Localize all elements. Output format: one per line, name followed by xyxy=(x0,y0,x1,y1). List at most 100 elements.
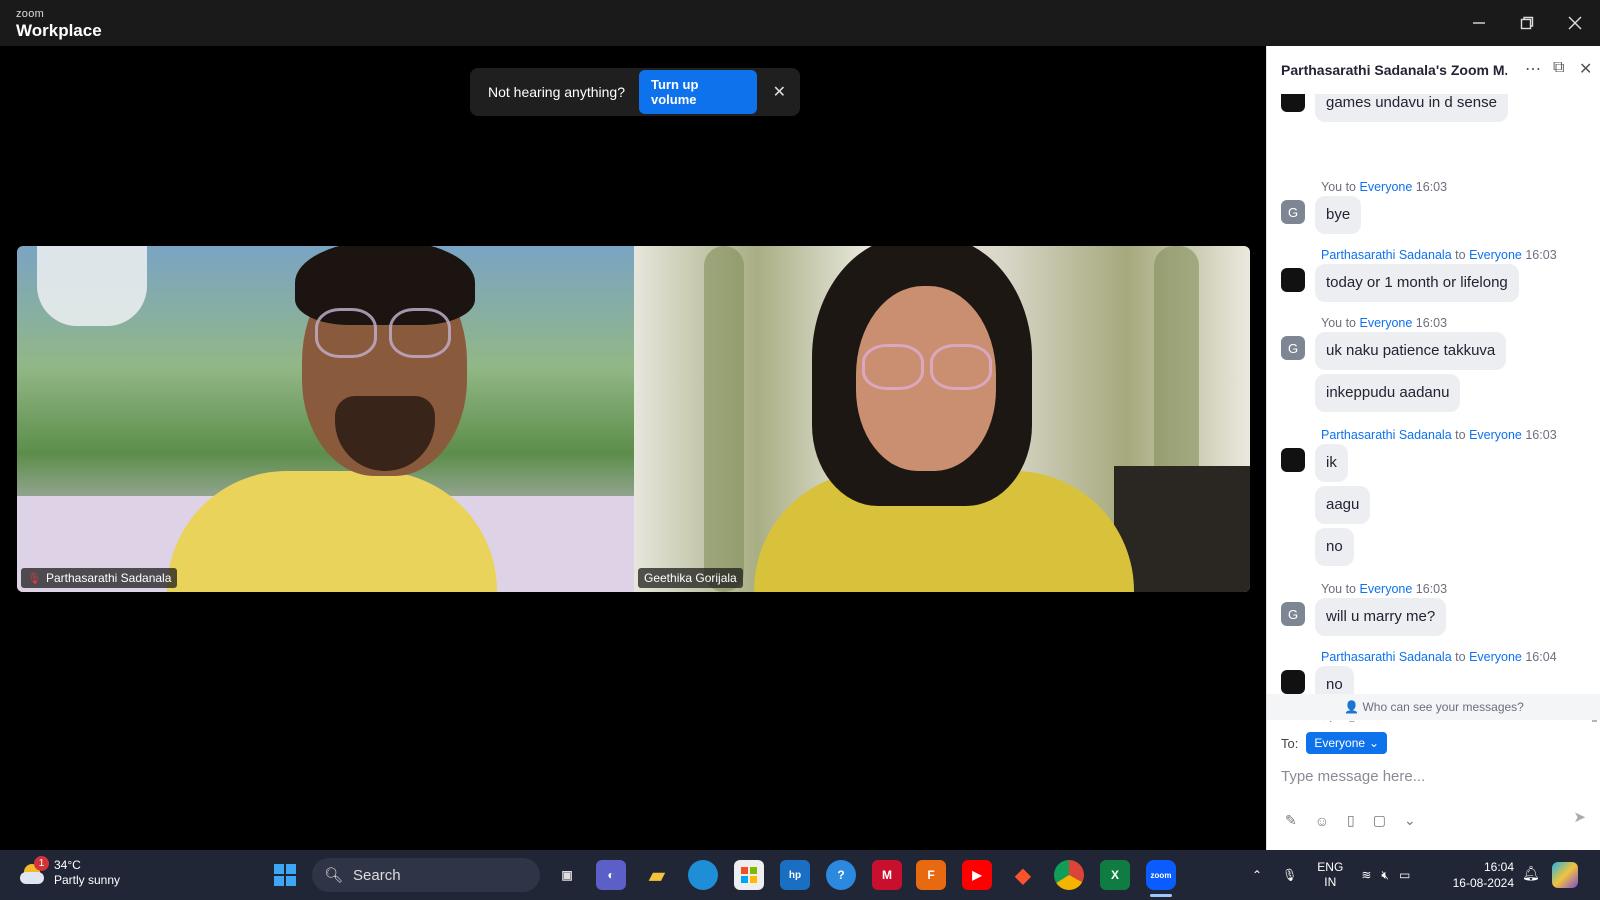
mcafee-icon[interactable]: M xyxy=(872,860,902,890)
partly-sunny-icon: 1 xyxy=(20,856,49,886)
message-header: You to Everyone 16:03 xyxy=(1321,180,1447,194)
message-bubble[interactable]: ik xyxy=(1315,444,1348,482)
audio-toast: Not hearing anything? Turn up volume ✕ xyxy=(470,68,800,116)
copilot-icon[interactable] xyxy=(1552,862,1578,888)
send-icon[interactable]: ➤ xyxy=(1573,808,1586,826)
restore-button[interactable] xyxy=(1510,8,1544,38)
chrome-icon[interactable] xyxy=(1054,860,1084,890)
glasses-right-lens xyxy=(389,308,451,358)
myhp-icon[interactable]: hp xyxy=(780,860,810,890)
excel-icon[interactable]: X xyxy=(1100,860,1130,890)
who-can-see-text: Who can see your messages? xyxy=(1362,700,1524,714)
message-bubble[interactable]: bye xyxy=(1315,196,1362,234)
fitbit-f-icon[interactable]: F xyxy=(916,860,946,890)
zoom-icon[interactable]: zoom xyxy=(1146,860,1176,890)
brand-top: zoom xyxy=(16,8,45,20)
message-time: 16:04 xyxy=(1525,650,1557,664)
system-tray: ⌃ 🎙︎ ENG IN ≋ 🔇︎ ▭ xyxy=(1252,850,1410,900)
video-tile-geethika[interactable]: Geethika Gorijala xyxy=(634,246,1250,592)
recipient-name: Everyone xyxy=(1359,316,1413,330)
recipient-name: Everyone xyxy=(1359,180,1413,194)
message-header: Parthasarathi Sadanala to Everyone 16:03 xyxy=(1321,248,1557,262)
wifi-icon[interactable]: ≋ xyxy=(1361,868,1371,882)
avatar: G xyxy=(1281,336,1305,360)
message-time: 16:03 xyxy=(1525,428,1557,442)
emoji-icon[interactable]: ☺ xyxy=(1315,813,1329,829)
store-icon[interactable] xyxy=(734,860,764,890)
to-word: to xyxy=(1345,180,1357,194)
minimize-button[interactable] xyxy=(1462,8,1496,38)
microphone-icon[interactable]: 🎙︎ xyxy=(1282,868,1297,882)
search-icon: 🔍︎ xyxy=(324,867,344,884)
statue-background xyxy=(37,246,147,326)
curtain-pattern xyxy=(704,246,744,592)
chair-background xyxy=(1114,466,1250,592)
help-icon[interactable]: ? xyxy=(826,860,856,890)
sender-name: Parthasarathi Sadanala xyxy=(1321,650,1452,664)
message-bubble[interactable]: games undavu in d sense xyxy=(1315,94,1508,122)
to-word: to xyxy=(1345,582,1357,596)
screenshot-icon[interactable]: ▢ xyxy=(1373,812,1386,829)
notifications-icon[interactable]: 🔔︎ xyxy=(1522,865,1540,882)
zoom-window: zoom Workplace Not hearing anything? Tur… xyxy=(0,0,1600,900)
volume-muted-icon[interactable]: 🔇︎ xyxy=(1381,868,1389,883)
brave-icon[interactable]: ◆ xyxy=(1008,860,1038,890)
turn-up-volume-button[interactable]: Turn up volume xyxy=(639,70,757,114)
privacy-icon: 👤 xyxy=(1344,700,1360,714)
chat-messages[interactable]: games undavu in d sense You to Everyone … xyxy=(1267,94,1600,722)
teams-icon[interactable]: ◐ xyxy=(596,860,626,890)
recipient-name: Everyone xyxy=(1469,650,1522,664)
message-time: 16:03 xyxy=(1415,582,1448,596)
avatar: G xyxy=(1281,602,1305,626)
youtube-icon[interactable]: ▶ xyxy=(962,860,992,890)
taskbar-search[interactable]: 🔍︎ Search xyxy=(312,858,540,892)
message-header: You to Everyone 16:03 xyxy=(1321,316,1447,330)
chevron-down-icon[interactable]: ⌄ xyxy=(1404,812,1416,829)
message-bubble[interactable]: uk naku patience takkuva xyxy=(1315,332,1507,370)
sender-name: You xyxy=(1321,180,1343,194)
message-bubble[interactable]: aagu xyxy=(1315,486,1371,524)
chevron-down-icon: ⌄ xyxy=(1369,736,1380,750)
app-logo: zoom Workplace xyxy=(16,8,102,40)
pop-out-icon[interactable]: ⧉ xyxy=(1553,59,1564,77)
format-text-icon[interactable]: ✎ xyxy=(1285,812,1297,829)
glasses-right-lens xyxy=(930,344,992,390)
who-can-see-bar[interactable]: 👤 Who can see your messages? xyxy=(1267,694,1600,720)
recipient-row: To: Everyone ⌄ xyxy=(1281,732,1388,754)
message-time: 16:03 xyxy=(1415,180,1448,194)
more-options-icon[interactable]: ⋯ xyxy=(1525,59,1541,79)
edge-icon[interactable] xyxy=(688,860,718,890)
file-explorer-icon[interactable]: ▰ xyxy=(642,860,672,890)
message-bubble[interactable]: will u marry me? xyxy=(1315,598,1447,636)
file-icon[interactable]: ▯ xyxy=(1347,812,1355,829)
close-chat-icon[interactable]: ✕ xyxy=(1579,59,1592,79)
to-word: to xyxy=(1345,316,1357,330)
weather-description: Partly sunny xyxy=(54,873,121,887)
start-button[interactable] xyxy=(270,860,300,890)
task-view-icon[interactable]: ▣ xyxy=(552,860,582,890)
video-tile-parthasarathi[interactable]: 🎙 Parthasarathi Sadanala xyxy=(17,246,634,592)
message-bubble[interactable]: inkeppudu aadanu xyxy=(1315,374,1461,412)
battery-icon[interactable]: ▭ xyxy=(1399,868,1410,882)
title-bar: zoom Workplace xyxy=(0,0,1600,46)
message-time: 16:03 xyxy=(1525,248,1557,262)
close-window-button[interactable] xyxy=(1558,8,1592,38)
message-header: You to Everyone 16:03 xyxy=(1321,582,1447,596)
chevron-up-icon[interactable]: ⌃ xyxy=(1252,868,1262,882)
recipient-dropdown[interactable]: Everyone ⌄ xyxy=(1306,732,1388,754)
search-label: Search xyxy=(353,866,401,884)
clock[interactable]: 16:04 16-08-2024 xyxy=(1440,859,1514,891)
language-indicator[interactable]: ENG IN xyxy=(1317,860,1343,890)
message-bubble[interactable]: today or 1 month or lifelong xyxy=(1315,264,1519,302)
avatar xyxy=(1281,670,1305,694)
chat-title: Parthasarathi Sadanala's Zoom M... xyxy=(1281,62,1507,78)
toast-close-icon[interactable]: ✕ xyxy=(773,82,786,102)
language-top: ENG xyxy=(1317,860,1344,874)
glasses-left-lens xyxy=(862,344,924,390)
message-bubble[interactable]: no xyxy=(1315,528,1354,566)
message-header: Parthasarathi Sadanala to Everyone 16:03 xyxy=(1321,428,1557,442)
message-input[interactable] xyxy=(1281,762,1581,790)
to-word: to xyxy=(1455,650,1466,664)
compose-toolbar: ✎ ☺ ▯ ▢ ⌄ xyxy=(1285,812,1416,829)
weather-widget[interactable]: 1 34°C Partly sunny xyxy=(20,856,121,888)
